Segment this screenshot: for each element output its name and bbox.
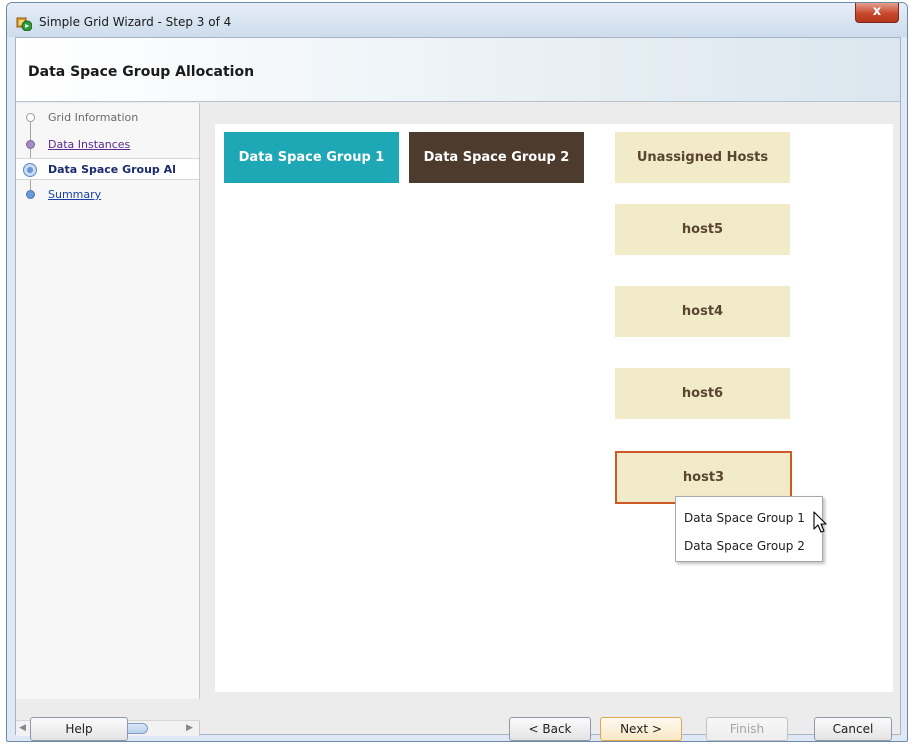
steps-sidebar: Grid Information Data Instances Data Spa… (16, 103, 200, 699)
scroll-right-icon[interactable]: ▶ (186, 723, 193, 733)
finish-button: Finish (706, 717, 788, 741)
menu-item-data-space-group-1[interactable]: Data Space Group 1 (684, 511, 805, 525)
data-space-group-2-tile[interactable]: Data Space Group 2 (409, 132, 584, 183)
close-icon: x (872, 4, 882, 19)
step-dot-icon (26, 140, 35, 149)
group-label: Data Space Group 1 (238, 150, 385, 165)
step-dot-icon (26, 113, 35, 122)
host-tile-host6[interactable]: host6 (615, 368, 790, 419)
step-summary[interactable]: Summary (16, 184, 199, 206)
step-label: Grid Information (48, 111, 139, 124)
page-title: Data Space Group Allocation (28, 64, 255, 80)
mouse-pointer-icon (813, 511, 827, 533)
scroll-left-icon[interactable]: ◀ (19, 723, 26, 733)
allocation-panel (215, 124, 893, 692)
assign-context-menu: Data Space Group 1 Data Space Group 2 (675, 496, 823, 562)
host-tile-host5[interactable]: host5 (615, 204, 790, 255)
help-button[interactable]: Help (30, 717, 128, 741)
step-label: Data Space Group Al (48, 163, 176, 176)
cancel-button-label: Cancel (832, 722, 874, 736)
close-button[interactable]: x (855, 3, 899, 23)
title-bar: Simple Grid Wizard - Step 3 of 4 x (7, 3, 907, 37)
data-space-group-1-tile[interactable]: Data Space Group 1 (224, 132, 399, 183)
unassigned-hosts-header: Unassigned Hosts (615, 132, 790, 183)
step-data-space-group-allocation: Data Space Group Al (16, 158, 199, 180)
help-button-label: Help (65, 722, 93, 736)
host-label: host4 (681, 304, 724, 319)
back-button-label: < Back (528, 722, 572, 736)
next-button[interactable]: Next > (600, 717, 682, 741)
step-grid-information: Grid Information (16, 107, 199, 129)
host-label: host5 (681, 222, 724, 237)
group-label: Data Space Group 2 (423, 150, 570, 165)
finish-button-label: Finish (729, 722, 765, 736)
step-label: Summary (48, 188, 102, 201)
current-step-icon (23, 163, 37, 177)
host-tile-host4[interactable]: host4 (615, 286, 790, 337)
window-title: Simple Grid Wizard - Step 3 of 4 (39, 15, 232, 29)
step-dot-icon (26, 190, 35, 199)
back-button[interactable]: < Back (509, 717, 591, 741)
host-label: host6 (681, 386, 724, 401)
host-label: host3 (682, 470, 725, 485)
page-header: Data Space Group Allocation (16, 38, 900, 102)
unassigned-label: Unassigned Hosts (636, 150, 769, 165)
step-label: Data Instances (48, 138, 131, 151)
app-icon (16, 17, 32, 31)
step-data-instances[interactable]: Data Instances (16, 134, 199, 156)
next-button-label: Next > (620, 722, 662, 736)
menu-item-data-space-group-2[interactable]: Data Space Group 2 (684, 539, 805, 553)
cancel-button[interactable]: Cancel (814, 717, 892, 741)
